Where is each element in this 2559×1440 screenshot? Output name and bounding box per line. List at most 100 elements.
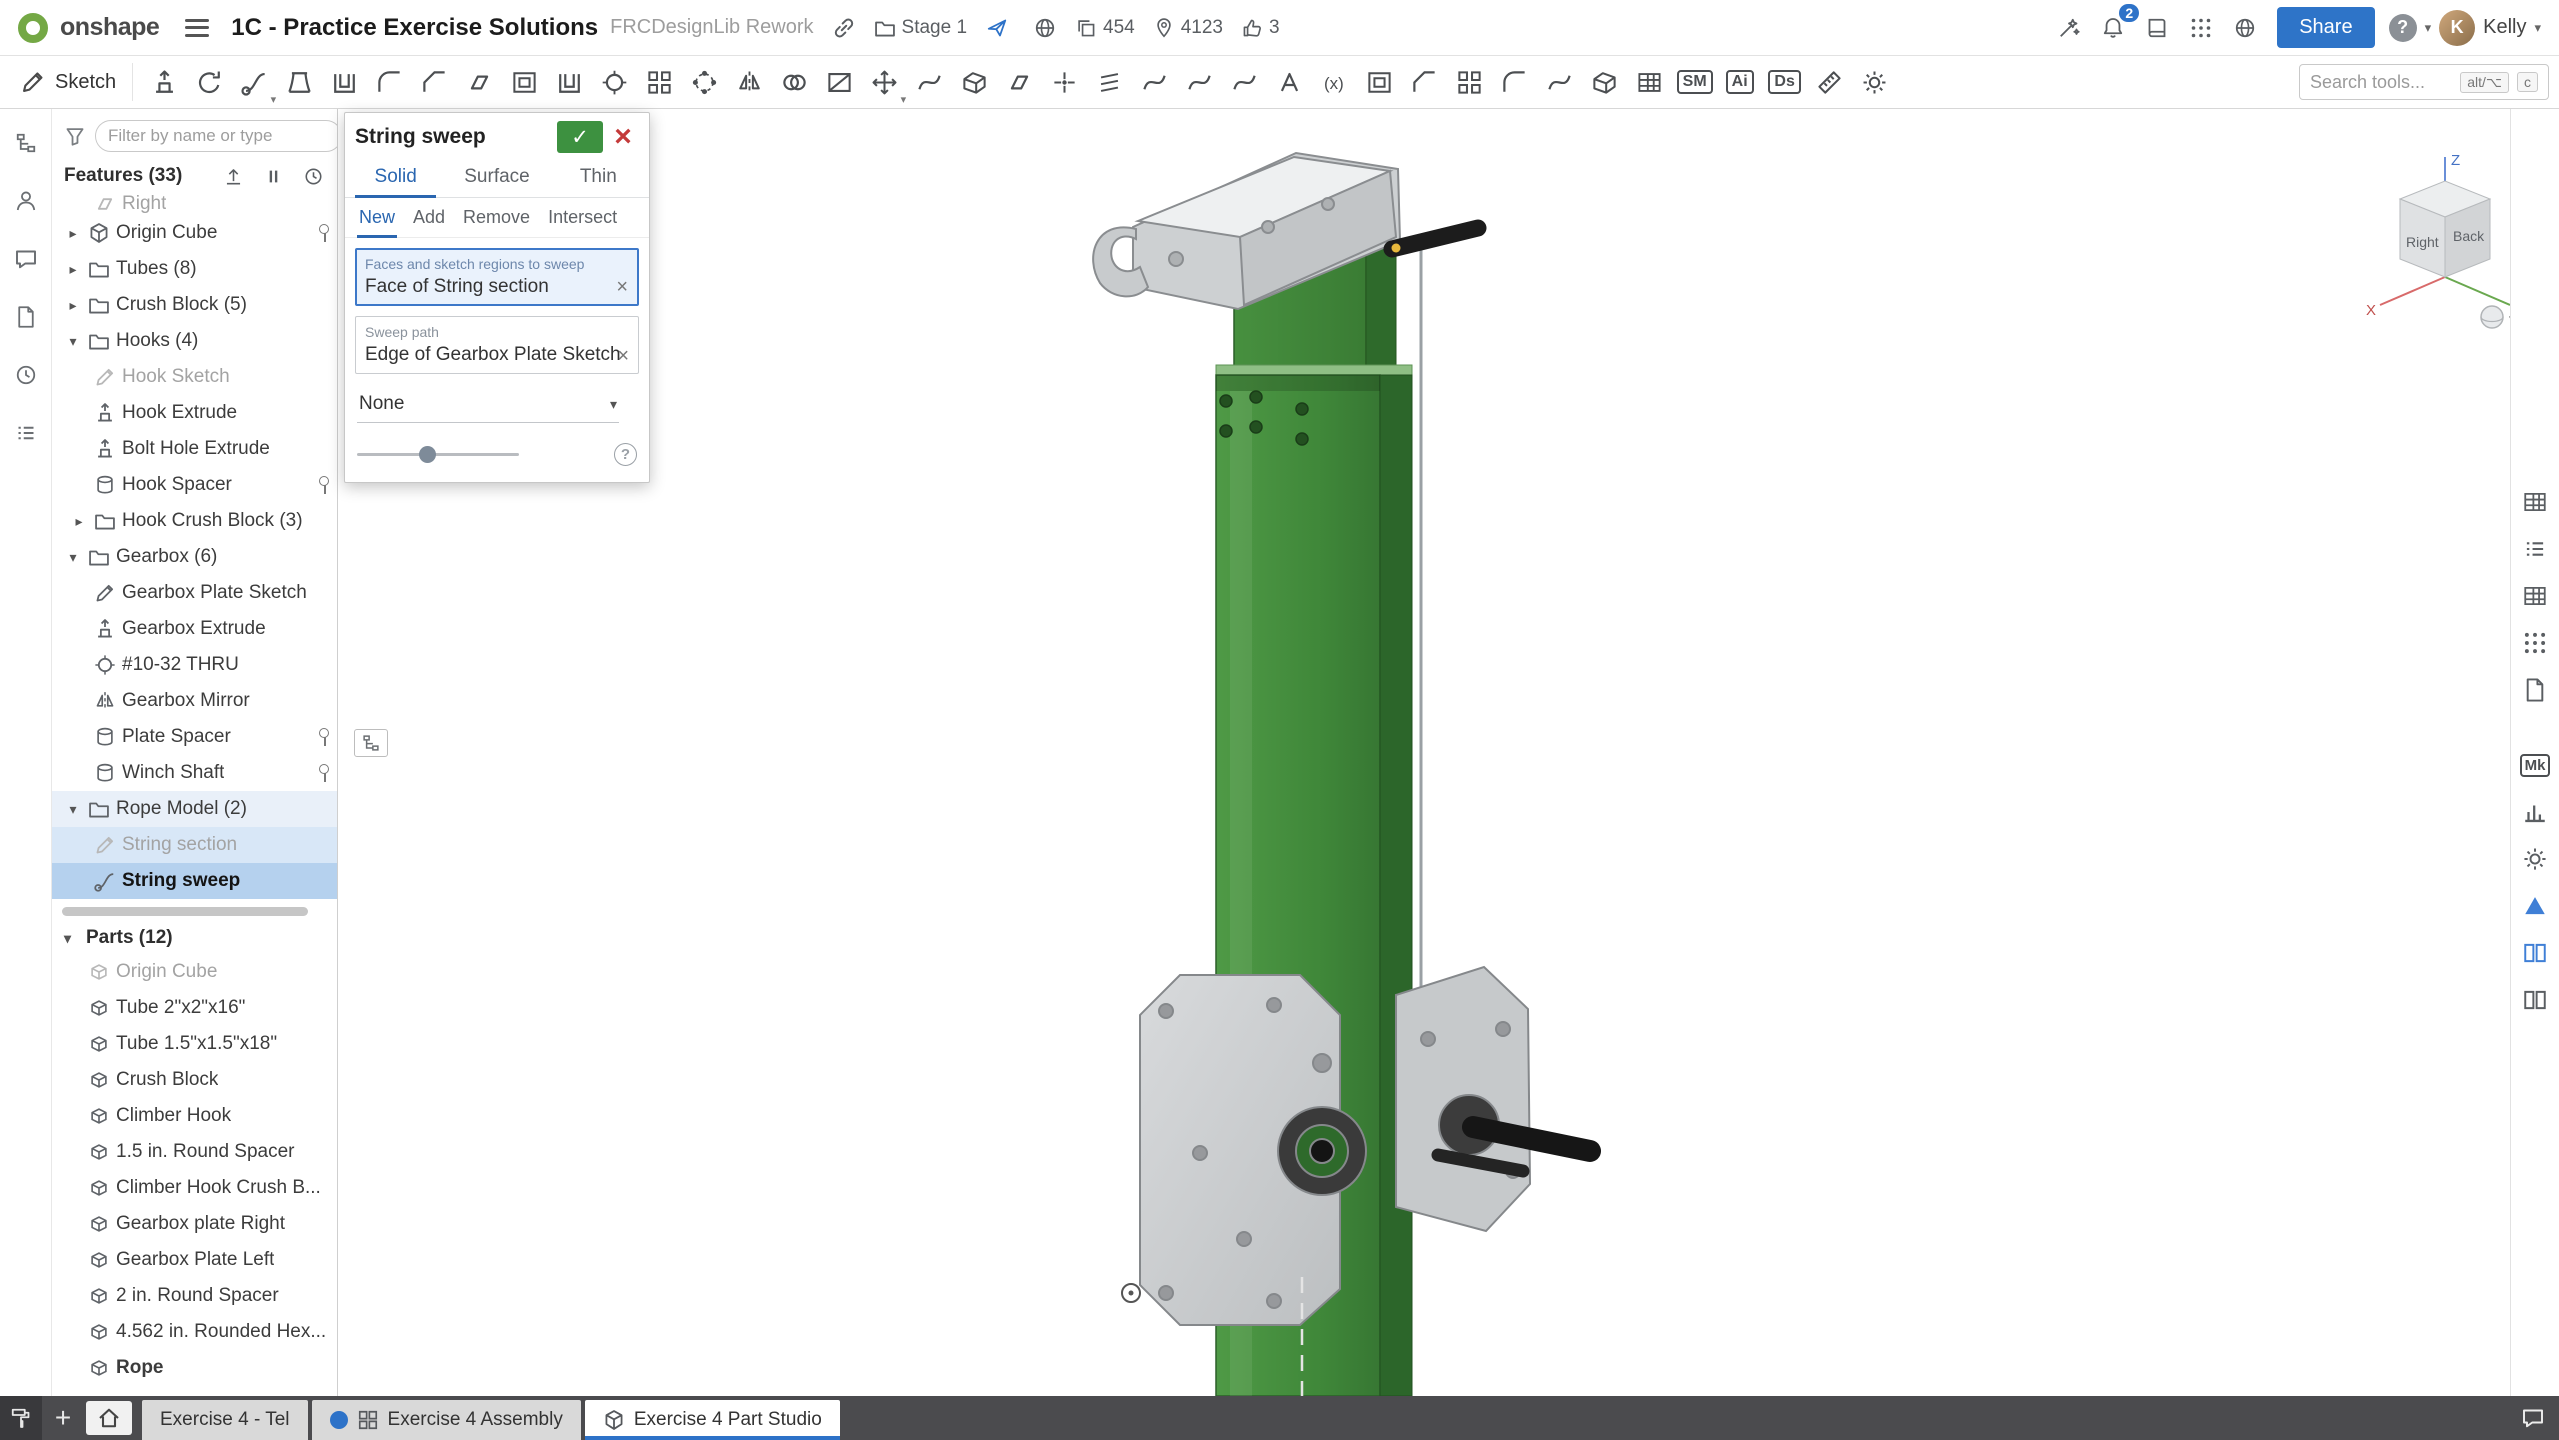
project-curve[interactable] [1177,60,1222,105]
boolean-tab[interactable]: Add [405,200,453,237]
slider-thumb[interactable] [419,446,436,463]
features-scrollbar[interactable] [62,907,327,916]
share-button[interactable]: Share [2277,7,2374,48]
search-tools-input[interactable]: Search tools... alt/⌥ c [2299,64,2549,100]
helix[interactable] [1087,60,1132,105]
point[interactable] [1042,60,1087,105]
transform[interactable]: ▾ [862,60,907,105]
plane[interactable] [997,60,1042,105]
parts-caret[interactable]: ▾ [64,930,82,947]
app-panel-icon[interactable] [2520,628,2550,658]
suspend-rollback-icon[interactable] [261,164,285,188]
filter-input[interactable] [95,120,338,152]
circular-pattern[interactable] [682,60,727,105]
viewport[interactable]: X Y Z Right Back ▾ [338,109,2510,1396]
variable[interactable] [1312,60,1357,105]
measure[interactable] [1807,60,1852,105]
feature-row[interactable]: String section [52,827,337,863]
user-avatar[interactable]: K [2439,10,2475,46]
feature-row[interactable]: Hook Extrude [52,395,337,431]
loft[interactable] [277,60,322,105]
feature-row[interactable]: Hook Spacer [52,467,337,503]
magic-wand-icon[interactable] [2051,10,2087,46]
sheet-metal-model[interactable] [1582,60,1627,105]
release-notes-icon[interactable] [8,415,44,451]
parts-header[interactable]: ▾ Parts (12) [52,922,337,954]
chevron-down-icon[interactable]: ▾ [901,93,907,106]
comments-icon[interactable] [8,241,44,277]
ruled-surface[interactable] [952,60,997,105]
view-options-button[interactable]: ▾ [2481,306,2510,328]
part-row[interactable]: Crush Block [52,1062,337,1098]
insert-feature-icon[interactable] [221,164,245,188]
custom-sheet-metal[interactable]: SM [1672,60,1717,105]
home-tab-button[interactable] [86,1401,132,1435]
expand-caret[interactable]: ▸ [64,261,82,278]
feature-row[interactable]: ▸ Hook Crush Block (3) [52,503,337,539]
part-row[interactable]: Rope [52,1350,337,1386]
feature-row[interactable]: ▾ Rope Model (2) [52,791,337,827]
sweep[interactable]: ▾ [232,60,277,105]
feature-row[interactable]: Gearbox Mirror [52,683,337,719]
type-tab[interactable]: Surface [446,159,547,197]
help-icon[interactable]: ? [2389,14,2417,42]
part-row[interactable]: Gearbox Plate Left [52,1242,337,1278]
feature-row[interactable]: Gearbox Extrude [52,611,337,647]
mass-properties[interactable] [1852,60,1897,105]
custom-tables-icon[interactable] [2520,581,2550,611]
part-row[interactable]: Gearbox plate Right [52,1206,337,1242]
view-cube[interactable]: X Y Z Right Back [2366,152,2510,319]
custom-ai[interactable]: Ai [1717,60,1762,105]
feature-row[interactable]: String sweep [52,863,337,899]
chevron-down-icon[interactable]: ▾ [271,93,277,106]
clear-selection-icon[interactable]: × [616,277,628,297]
hem[interactable] [1537,60,1582,105]
likes-count[interactable]: 3 [1241,17,1280,39]
mirror[interactable] [727,60,772,105]
tab-exercise-4-tel[interactable]: Exercise 4 - Tel [142,1400,308,1440]
feature-row[interactable]: ▸ Origin Cube [52,215,337,251]
accept-button[interactable]: ✓ [557,121,603,153]
boolean-tab[interactable]: Intersect [540,200,625,237]
onshape-logo[interactable] [18,13,48,43]
feature-row[interactable]: ▾ Hooks (4) [52,323,337,359]
link-icon[interactable] [826,10,862,46]
bom-table-icon[interactable] [2520,487,2550,517]
cancel-button[interactable]: × [607,121,639,153]
selection-field[interactable]: Faces and sketch regions to sweep Face o… [355,248,639,306]
expand-caret[interactable]: ▸ [70,513,88,530]
revolve[interactable] [187,60,232,105]
feature-row[interactable]: ▾ Gearbox (6) [52,539,337,575]
split[interactable] [817,60,862,105]
thicken[interactable] [322,60,367,105]
draft[interactable] [457,60,502,105]
part-row[interactable]: 1.5 in. Round Spacer [52,1134,337,1170]
feature-row[interactable]: Hook Sketch [52,359,337,395]
profile-dropdown[interactable]: None ▾ [357,390,619,423]
extrude[interactable] [142,60,187,105]
public-share-icon[interactable] [979,10,1015,46]
expand-caret[interactable]: ▾ [64,801,82,818]
part-row[interactable]: Tube 1.5"x1.5"x18" [52,1026,337,1062]
feature-row[interactable]: ▸ Tubes (8) [52,251,337,287]
part-row[interactable]: Origin Cube [52,954,337,990]
feature-row[interactable]: ▸ Crush Block (5) [52,287,337,323]
origin-marker[interactable] [1122,1284,1140,1302]
type-tab[interactable]: Thin [548,159,649,197]
version-history-icon[interactable] [8,357,44,393]
feature-row[interactable]: Bolt Hole Extrude [52,431,337,467]
paint-roller-icon[interactable] [0,1396,42,1440]
part-row[interactable]: Tube 2"x2"x16" [52,990,337,1026]
gearbox-assembly[interactable] [1140,967,1530,1325]
shell[interactable] [547,60,592,105]
tab[interactable] [1447,60,1492,105]
config-panel-icon[interactable] [2520,534,2550,564]
feature-row[interactable]: Winch Shaft [52,755,337,791]
feature-statistics-icon[interactable] [2520,797,2550,827]
breadcrumb-folder[interactable]: Stage 1 [874,17,968,39]
composite-curve[interactable] [1222,60,1267,105]
compare-panel-icon[interactable] [2520,938,2550,968]
custom-ds[interactable]: Ds [1762,60,1807,105]
part-row[interactable]: 2 in. Round Spacer [52,1278,337,1314]
fit-spline[interactable] [1132,60,1177,105]
